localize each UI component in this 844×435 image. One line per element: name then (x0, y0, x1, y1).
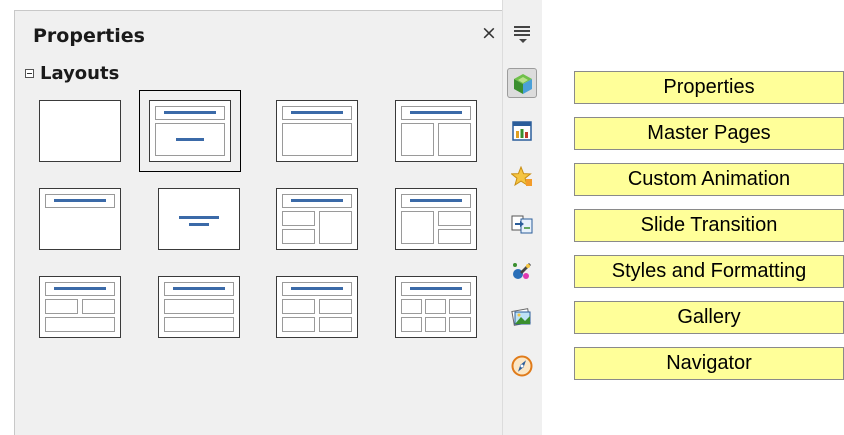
layout-title-2-content-and-content[interactable] (276, 188, 358, 250)
layout-title-slide[interactable] (139, 90, 241, 172)
layout-title-content[interactable] (276, 100, 358, 162)
sidebar-menu-icon[interactable] (514, 26, 530, 43)
tab-slide-transition[interactable] (507, 209, 537, 239)
tab-master-pages[interactable] (507, 116, 537, 146)
layouts-section-label: Layouts (40, 63, 120, 84)
label-master-pages[interactable]: Master Pages (574, 117, 844, 150)
layout-title-6-content[interactable] (395, 276, 477, 338)
properties-icon (514, 74, 532, 94)
label-gallery[interactable]: Gallery (574, 301, 844, 334)
layout-title-content-and-2-content[interactable] (395, 188, 477, 250)
tab-styles-formatting[interactable] (507, 256, 537, 286)
label-styles-formatting[interactable]: Styles and Formatting (574, 255, 844, 288)
styles-formatting-icon (513, 263, 531, 279)
tab-gallery[interactable] (507, 302, 537, 332)
sidebar-tabbar (502, 0, 542, 435)
label-navigator[interactable]: Navigator (574, 347, 844, 380)
layout-title-2-content-over-content[interactable] (39, 276, 121, 338)
tab-navigator[interactable] (507, 351, 537, 381)
layout-blank[interactable] (39, 100, 121, 162)
label-properties[interactable]: Properties (574, 71, 844, 104)
collapse-icon[interactable] (25, 69, 34, 78)
tab-custom-animation[interactable] (507, 162, 537, 192)
close-icon[interactable]: × (481, 22, 497, 44)
label-slide-transition[interactable]: Slide Transition (574, 209, 844, 242)
layout-centered-text[interactable] (158, 188, 240, 250)
layout-title-4-content[interactable] (276, 276, 358, 338)
custom-animation-icon (511, 166, 532, 187)
label-custom-animation[interactable]: Custom Animation (574, 163, 844, 196)
gallery-icon (511, 308, 531, 326)
navigator-icon (511, 355, 533, 377)
master-pages-icon (512, 121, 532, 141)
layout-title-only[interactable] (39, 188, 121, 250)
deck-title: Properties (33, 25, 145, 47)
layout-title-content-over-content[interactable] (158, 276, 240, 338)
tab-properties[interactable] (507, 68, 537, 98)
layout-title-2-content[interactable] (395, 100, 477, 162)
slide-transition-icon (511, 215, 533, 234)
properties-deck: Properties × Layouts (14, 10, 502, 435)
